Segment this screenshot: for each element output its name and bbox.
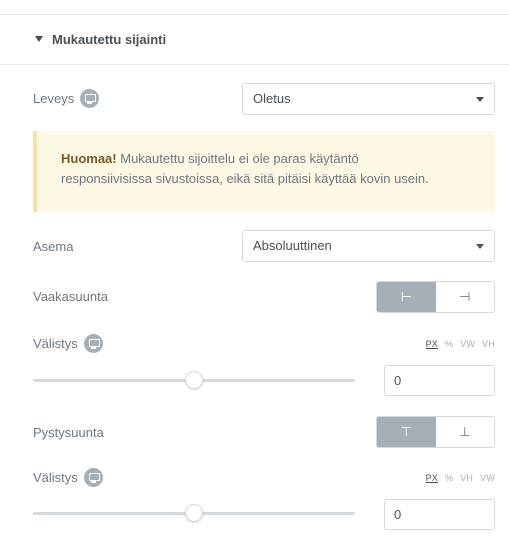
- unit-vh[interactable]: VH: [482, 339, 495, 349]
- horizontal-offset-slider-handle[interactable]: [185, 371, 203, 389]
- section-header[interactable]: Mukautettu sijainti: [0, 15, 509, 65]
- position-label-row: Asema: [33, 239, 73, 254]
- responsive-desktop-icon[interactable]: [83, 334, 103, 353]
- vertical-offset-label: Välistys: [33, 470, 78, 485]
- responsive-desktop-icon[interactable]: [80, 89, 100, 108]
- vertical-orientation-toggle[interactable]: ⊤ ⊥: [376, 416, 495, 448]
- caret-down-icon: [35, 36, 43, 42]
- width-label: Leveys: [33, 91, 75, 106]
- align-right-icon: ⊣: [459, 289, 471, 304]
- horizontal-orientation-toggle[interactable]: ⊢ ⊣: [376, 281, 495, 313]
- orientation-right-button[interactable]: ⊣: [435, 282, 494, 312]
- unit-vh[interactable]: VH: [460, 473, 473, 483]
- align-top-icon: ⊤: [400, 424, 412, 439]
- unit-percent[interactable]: %: [445, 339, 453, 349]
- vertical-units-switcher[interactable]: PX % VH VW: [426, 473, 495, 483]
- vertical-offset-slider-handle[interactable]: [185, 504, 203, 522]
- unit-px[interactable]: PX: [426, 473, 438, 483]
- vertical-offset-input[interactable]: 0: [384, 499, 495, 530]
- horizontal-label: Vaakasuunta: [33, 289, 108, 304]
- orientation-bottom-button[interactable]: ⊥: [435, 417, 494, 447]
- horizontal-label-row: Vaakasuunta: [33, 289, 108, 304]
- chevron-down-icon: [476, 244, 484, 249]
- position-label: Asema: [33, 239, 74, 254]
- vertical-label-row: Pystysuunta: [33, 425, 104, 440]
- width-label-row: Leveys: [33, 89, 100, 108]
- horizontal-units-switcher[interactable]: PX % VW VH: [426, 339, 495, 349]
- unit-percent[interactable]: %: [445, 473, 453, 483]
- vertical-offset-label-row: Välistys: [33, 468, 103, 487]
- section-title: Mukautettu sijainti: [52, 32, 167, 47]
- align-bottom-icon: ⊥: [459, 424, 471, 439]
- chevron-down-icon: [476, 97, 484, 102]
- orientation-left-button[interactable]: ⊢: [377, 282, 436, 312]
- position-select-value: Absoluuttinen: [253, 238, 332, 253]
- orientation-top-button[interactable]: ⊤: [377, 417, 436, 447]
- vertical-label: Pystysuunta: [33, 425, 104, 440]
- notice-bold: Huomaa!: [61, 151, 117, 166]
- unit-vw[interactable]: VW: [480, 473, 495, 483]
- horizontal-offset-label-row: Välistys: [33, 334, 103, 353]
- unit-px[interactable]: PX: [426, 339, 438, 349]
- horizontal-offset-value: 0: [394, 373, 402, 388]
- horizontal-offset-input[interactable]: 0: [384, 365, 495, 396]
- responsive-desktop-icon[interactable]: [83, 468, 103, 487]
- notice-line2: responsiivisissa sivustoissa, eikä sitä …: [61, 171, 429, 186]
- width-select[interactable]: Oletus: [242, 83, 495, 115]
- unit-vw[interactable]: VW: [460, 339, 475, 349]
- warning-notice: Huomaa! Mukautettu sijoittelu ei ole par…: [33, 131, 495, 212]
- width-select-value: Oletus: [253, 91, 291, 106]
- notice-line1: Mukautettu sijoittelu ei ole paras käytä…: [116, 151, 359, 166]
- horizontal-offset-label: Välistys: [33, 336, 78, 351]
- vertical-offset-value: 0: [394, 507, 402, 522]
- position-select[interactable]: Absoluuttinen: [242, 230, 495, 262]
- align-left-icon: ⊢: [400, 289, 412, 304]
